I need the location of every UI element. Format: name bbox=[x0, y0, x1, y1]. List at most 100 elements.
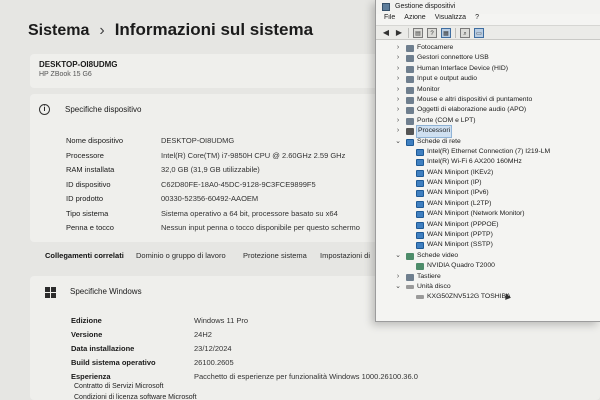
spec-label: RAM installata bbox=[66, 165, 115, 174]
update-driver-icon[interactable]: ▦ bbox=[441, 28, 451, 38]
windows-spec-value: 23/12/2024 bbox=[194, 344, 232, 353]
device-tree: › Fotocamere › Gestori connettore USB › Human… bbox=[376, 40, 600, 303]
spec-value: Nessun input penna o tocco disponibile p… bbox=[161, 223, 360, 232]
chevron-right-icon[interactable]: › bbox=[395, 105, 401, 115]
chevron-right-icon[interactable]: › bbox=[395, 85, 401, 95]
tree-category[interactable]: › Input e output audio bbox=[376, 74, 600, 84]
display-adapter-icon bbox=[406, 252, 414, 260]
windows-spec-value: Windows 11 Pro bbox=[194, 316, 249, 325]
tree-device[interactable]: WAN Miniport (Network Monitor) bbox=[376, 209, 600, 219]
tree-category[interactable]: › Human Interface Device (HID) bbox=[376, 64, 600, 74]
chevron-right-icon[interactable]: › bbox=[395, 74, 401, 84]
tree-device[interactable]: WAN Miniport (PPPOE) bbox=[376, 220, 600, 230]
menu-file[interactable]: File bbox=[384, 14, 395, 21]
spec-value: C62D80FE-18A0-45DC-9128-9C3FCE9899F5 bbox=[161, 179, 316, 189]
title-bar[interactable]: Gestione dispositivi bbox=[376, 0, 600, 14]
menu-action[interactable]: Azione bbox=[404, 14, 425, 21]
device-model: HP ZBook 15 G6 bbox=[39, 71, 92, 78]
link-domain-workgroup[interactable]: Dominio o gruppo di lavoro bbox=[136, 251, 226, 260]
tree-category[interactable]: › Monitor bbox=[376, 85, 600, 95]
tree-item-label: Schede di rete bbox=[417, 137, 461, 145]
tree-device[interactable]: WAN Miniport (IP) bbox=[376, 178, 600, 188]
tree-category[interactable]: › Tastiere bbox=[376, 272, 600, 282]
tree-device[interactable]: WAN Miniport (SSTP) bbox=[376, 240, 600, 250]
tree-device[interactable]: WAN Miniport (IPv6) bbox=[376, 188, 600, 198]
chevron-right-icon[interactable]: › bbox=[395, 53, 401, 63]
network-adapter-icon bbox=[406, 138, 414, 146]
usb-connector-icon bbox=[406, 55, 414, 63]
back-arrow-icon[interactable]: ◀ bbox=[381, 28, 391, 38]
tree-category[interactable]: › Mouse e altri dispositivi di puntamento bbox=[376, 95, 600, 105]
windows-logo-icon bbox=[45, 287, 56, 298]
breadcrumb-parent[interactable]: Sistema bbox=[28, 22, 89, 39]
tree-device[interactable]: WAN Miniport (IKEv2) bbox=[376, 168, 600, 178]
tree-item-label: Gestori connettore USB bbox=[417, 54, 489, 62]
windows-spec-value: 24H2 bbox=[194, 330, 212, 339]
tree-item-label: WAN Miniport (IKEv2) bbox=[427, 168, 494, 176]
tree-item-label: WAN Miniport (IPv6) bbox=[427, 189, 489, 197]
monitor-icon[interactable]: ▭ bbox=[474, 28, 484, 38]
link-system-protection[interactable]: Protezione sistema bbox=[243, 251, 307, 260]
tree-item-label: WAN Miniport (PPTP) bbox=[427, 231, 493, 239]
tree-category[interactable]: ⌄ Schede video bbox=[376, 251, 600, 261]
chevron-right-icon[interactable]: › bbox=[395, 126, 401, 136]
tree-device[interactable]: WAN Miniport (PPTP) bbox=[376, 230, 600, 240]
tree-item-label: WAN Miniport (Network Monitor) bbox=[427, 210, 525, 218]
tree-category[interactable]: ⌄ Schede di rete bbox=[376, 137, 600, 147]
link-advanced-settings[interactable]: Impostazioni di bbox=[320, 251, 370, 260]
spec-value: Sistema operativo a 64 bit, processore b… bbox=[161, 208, 338, 218]
device-specs-title: Specifiche dispositivo bbox=[65, 105, 142, 114]
tree-item-label: WAN Miniport (SSTP) bbox=[427, 241, 493, 249]
windows-spec-value: 26100.2605 bbox=[194, 358, 234, 367]
chevron-right-icon[interactable]: › bbox=[395, 272, 401, 282]
tree-category[interactable]: › Fotocamere bbox=[376, 43, 600, 53]
tree-category[interactable]: › Oggetti di elaborazione audio (APO) bbox=[376, 105, 600, 115]
port-icon bbox=[406, 117, 414, 125]
keyboard-icon bbox=[406, 273, 414, 281]
properties-icon[interactable]: ▤ bbox=[413, 28, 423, 38]
menu-help[interactable]: ? bbox=[475, 14, 479, 21]
tree-device[interactable]: Intel(R) Wi-Fi 6 AX200 160MHz bbox=[376, 157, 600, 167]
tree-device[interactable]: Intel(R) Ethernet Connection (7) I219-LM bbox=[376, 147, 600, 157]
apo-icon bbox=[406, 107, 414, 115]
network-adapter-icon bbox=[416, 169, 424, 177]
monitor-icon bbox=[406, 86, 414, 94]
chevron-down-icon[interactable]: ⌄ bbox=[395, 137, 401, 147]
tree-category[interactable]: › Porte (COM e LPT) bbox=[376, 116, 600, 126]
hid-icon bbox=[406, 65, 414, 73]
spec-label: Nome dispositivo bbox=[66, 136, 124, 145]
windows-spec-label: Esperienza bbox=[71, 372, 111, 381]
chevron-down-icon[interactable]: ⌄ bbox=[395, 282, 401, 292]
camera-icon bbox=[406, 45, 414, 52]
tree-item-label: Monitor bbox=[417, 85, 440, 93]
chevron-right-icon[interactable]: › bbox=[395, 116, 401, 126]
tree-category[interactable]: ⌄ Unità disco bbox=[376, 282, 600, 292]
breadcrumb: Sistema › Informazioni sul sistema bbox=[28, 20, 313, 40]
spec-value: Intel(R) Core(TM) i7-9850H CPU @ 2.60GHz… bbox=[161, 150, 346, 160]
tree-device[interactable]: WAN Miniport (L2TP) bbox=[376, 199, 600, 209]
disk-drive-icon bbox=[406, 284, 414, 289]
chevron-right-icon[interactable]: › bbox=[395, 95, 401, 105]
network-adapter-icon bbox=[416, 180, 424, 188]
tree-device[interactable]: KXG50ZNV512G TOSHIBA bbox=[376, 292, 600, 302]
chevron-right-icon[interactable]: › bbox=[395, 43, 401, 53]
forward-arrow-icon[interactable]: ▶ bbox=[394, 28, 404, 38]
link-microsoft-services-agreement[interactable]: Contratto di Servizi Microsoft bbox=[74, 383, 163, 390]
chevron-down-icon[interactable]: ⌄ bbox=[395, 251, 401, 261]
tree-item-label: Tastiere bbox=[417, 272, 441, 280]
tree-item-label: Input e output audio bbox=[417, 75, 478, 83]
chevron-right-icon[interactable]: › bbox=[395, 64, 401, 74]
tree-category[interactable]: › Gestori connettore USB bbox=[376, 53, 600, 63]
windows-spec-label: Build sistema operativo bbox=[71, 358, 156, 367]
device-manager-icon bbox=[382, 3, 390, 11]
spec-label: ID prodotto bbox=[66, 194, 104, 203]
tree-category[interactable]: › Processori bbox=[376, 125, 600, 138]
menu-view[interactable]: Visualizza bbox=[435, 14, 466, 21]
help-icon[interactable]: ? bbox=[427, 28, 437, 38]
disk-drive-icon bbox=[416, 295, 424, 300]
link-microsoft-license-terms[interactable]: Condizioni di licenza software Microsoft bbox=[74, 394, 197, 400]
tree-item-label: Unità disco bbox=[417, 282, 451, 290]
tree-device[interactable]: NVIDIA Quadro T2000 bbox=[376, 261, 600, 271]
scan-hardware-icon[interactable]: ⌕ bbox=[460, 28, 470, 38]
breadcrumb-separator: › bbox=[99, 22, 105, 39]
